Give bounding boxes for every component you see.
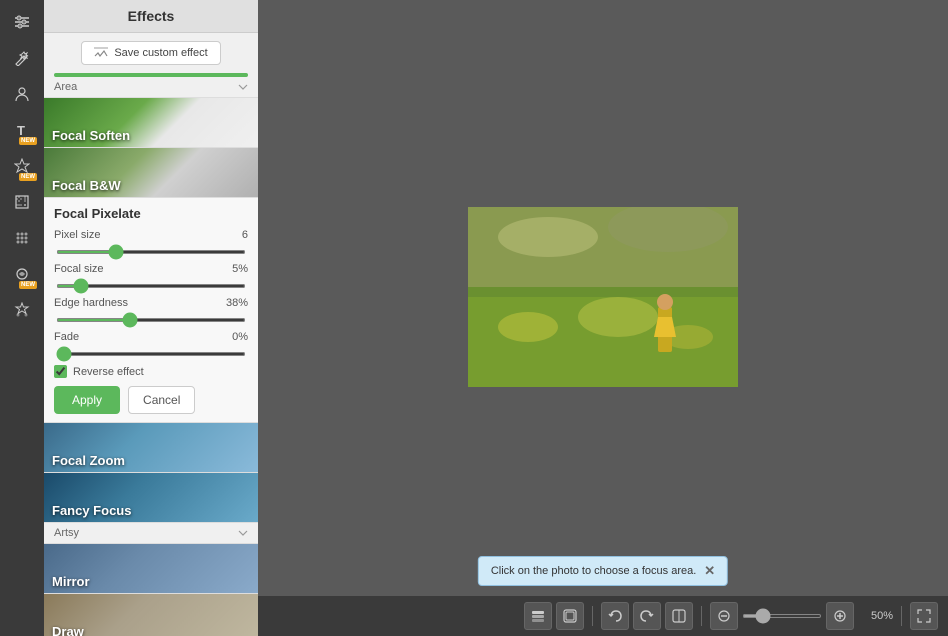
effect-mirror-label: Mirror (44, 570, 258, 593)
effect-focal-soften[interactable]: Focal Soften (44, 98, 258, 148)
canvas-area[interactable] (258, 0, 948, 596)
tool-adjustments[interactable] (6, 6, 38, 38)
reverse-label: Reverse effect (73, 366, 144, 378)
photo-image[interactable] (468, 207, 738, 387)
hint-close-button[interactable]: ✕ (704, 563, 715, 579)
edge-hardness-slider-wrap (54, 311, 248, 325)
pixel-size-row: Pixel size 6 (54, 229, 248, 241)
hint-box: Click on the photo to choose a focus are… (478, 556, 728, 586)
bar-separator-2 (701, 606, 702, 626)
effect-mirror[interactable]: Mirror (44, 544, 258, 594)
effects-panel: Effects Save custom effect Area Focal So… (44, 0, 258, 636)
new-badge-frames: NEW (19, 173, 37, 181)
tool-frames[interactable]: NEW (6, 150, 38, 182)
section-artsy-header: Artsy (44, 523, 258, 544)
fade-slider[interactable] (56, 352, 246, 356)
focal-size-slider[interactable] (56, 284, 246, 288)
tool-crop[interactable] (6, 186, 38, 218)
fade-row: Fade 0% (54, 331, 248, 343)
hint-text: Click on the photo to choose a focus are… (491, 565, 696, 577)
effect-draw-label: Draw (44, 620, 258, 636)
focal-pixelate-title: Focal Pixelate (54, 206, 248, 221)
edge-hardness-label: Edge hardness (54, 297, 128, 309)
effect-focal-zoom-label: Focal Zoom (44, 449, 258, 472)
action-buttons: Apply Cancel (54, 386, 248, 414)
zoom-slider[interactable] (742, 614, 822, 618)
history-button[interactable] (556, 602, 584, 630)
new-badge: NEW (19, 137, 37, 145)
reverse-checkbox[interactable] (54, 365, 67, 378)
effect-draw[interactable]: Draw (44, 594, 258, 636)
edge-hardness-row: Edge hardness 38% (54, 297, 248, 309)
redo-button[interactable] (633, 602, 661, 630)
effect-fancy-focus[interactable]: Fancy Focus (44, 473, 258, 523)
apply-button[interactable]: Apply (54, 386, 120, 414)
zoom-label: 50% (858, 610, 893, 622)
focal-pixelate-controls: Focal Pixelate Pixel size 6 Focal size 5… (44, 198, 258, 423)
zoom-in-button[interactable] (826, 602, 854, 630)
effects-list: Area Focal Soften Focal B&W Focal Pixela… (44, 77, 258, 636)
focal-size-slider-wrap (54, 277, 248, 291)
pixel-size-label: Pixel size (54, 229, 100, 241)
reverse-row: Reverse effect (54, 365, 248, 378)
effect-focal-bw-label: Focal B&W (44, 174, 258, 197)
edge-hardness-value: 38% (226, 297, 248, 309)
bar-separator-1 (592, 606, 593, 626)
tool-text[interactable]: T NEW (6, 114, 38, 146)
pixel-size-value: 6 (242, 229, 248, 241)
tool-effects[interactable]: NEW (6, 258, 38, 290)
pixel-size-slider-wrap (54, 243, 248, 257)
cancel-button[interactable]: Cancel (128, 386, 195, 414)
compare-button[interactable] (665, 602, 693, 630)
layers-button[interactable] (524, 602, 552, 630)
save-custom-button[interactable]: Save custom effect (81, 41, 220, 65)
effect-focal-zoom[interactable]: Focal Zoom (44, 423, 258, 473)
fullscreen-button[interactable] (910, 602, 938, 630)
fade-label: Fade (54, 331, 79, 343)
panel-title: Effects (44, 0, 258, 33)
bar-separator-3 (901, 606, 902, 626)
tool-portrait[interactable] (6, 78, 38, 110)
new-badge-effects: NEW (19, 281, 37, 289)
zoom-out-button[interactable] (710, 602, 738, 630)
fade-value: 0% (232, 331, 248, 343)
focal-size-value: 5% (232, 263, 248, 275)
focal-size-label: Focal size (54, 263, 104, 275)
tool-magic[interactable] (6, 42, 38, 74)
bottom-bar: Click on the photo to choose a focus are… (258, 596, 948, 636)
undo-button[interactable] (601, 602, 629, 630)
main-canvas: Click on the photo to choose a focus are… (258, 0, 948, 636)
effect-focal-soften-label: Focal Soften (44, 124, 258, 147)
svg-text:T: T (17, 123, 25, 138)
effect-fancy-focus-label: Fancy Focus (44, 499, 258, 522)
section-area-header: Area (44, 77, 258, 98)
fade-slider-wrap (54, 345, 248, 359)
tool-texture[interactable] (6, 222, 38, 254)
left-toolbar: T NEW NEW (0, 0, 44, 636)
edge-hardness-slider[interactable] (56, 318, 246, 322)
pixel-size-slider[interactable] (56, 250, 246, 254)
photo-container[interactable] (468, 207, 738, 390)
effect-focal-bw[interactable]: Focal B&W (44, 148, 258, 198)
tool-extras[interactable] (6, 294, 38, 326)
focal-size-row: Focal size 5% (54, 263, 248, 275)
